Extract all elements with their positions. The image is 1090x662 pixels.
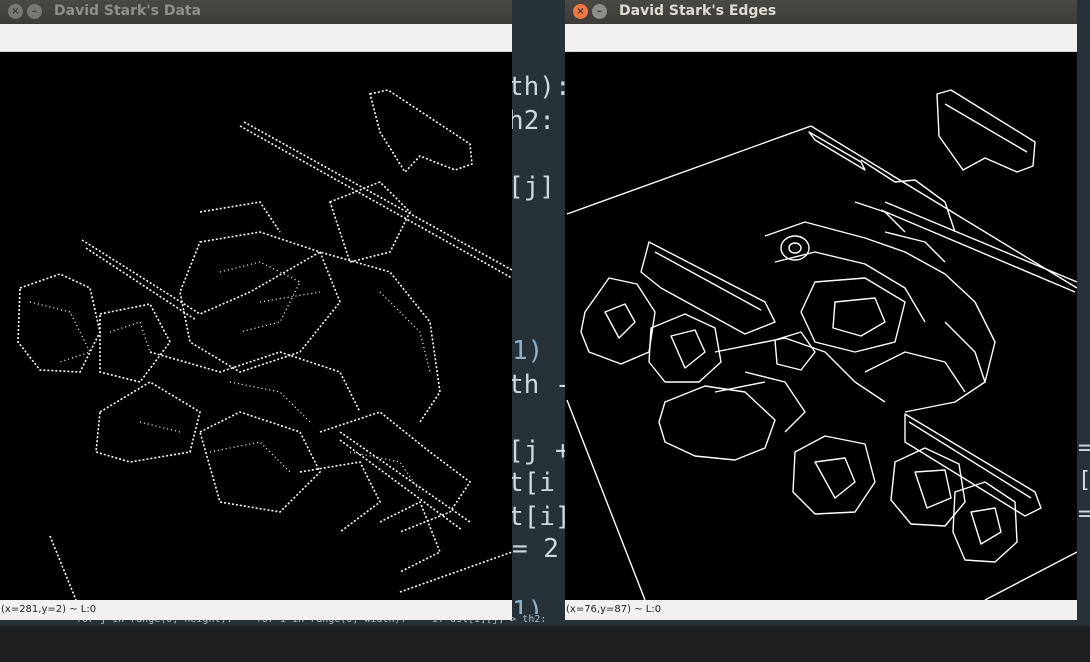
code-line: th - xyxy=(508,370,571,400)
cursor-status: (x=281,y=2) ~ L:0 xyxy=(1,604,97,615)
data-window-titlebar[interactable]: × – David Stark's Data xyxy=(0,0,512,24)
code-line: th): xyxy=(508,72,571,102)
window-title: David Stark's Edges xyxy=(619,3,777,19)
data-window[interactable]: × – David Stark's Data (x=281,y=2) ~ L:0 xyxy=(0,0,512,620)
data-window-statusbar: (x=281,y=2) ~ L:0 xyxy=(0,600,512,620)
data-image-canvas[interactable] xyxy=(0,52,512,600)
close-icon[interactable]: × xyxy=(8,4,23,19)
code-line: = 2 xyxy=(512,534,559,564)
code-fragment: = xyxy=(1078,502,1090,527)
code-fragment: [ xyxy=(1078,468,1090,493)
code-line: h2: xyxy=(508,106,555,136)
noisy-edge-image xyxy=(17,89,512,600)
window-title: David Stark's Data xyxy=(54,3,202,19)
code-line: t[i xyxy=(508,468,555,498)
canny-edge-image xyxy=(566,89,1077,600)
edges-window-titlebar[interactable]: × – David Stark's Edges xyxy=(565,0,1077,24)
minimize-icon[interactable]: – xyxy=(592,4,607,19)
code-line: 1) xyxy=(512,336,544,366)
close-icon[interactable]: × xyxy=(573,4,588,19)
window-toolbar xyxy=(565,24,1077,52)
edges-window-statusbar: (x=76,y=87) ~ L:0 xyxy=(565,600,1077,620)
window-toolbar xyxy=(0,24,512,52)
minimize-icon[interactable]: – xyxy=(27,4,42,19)
edges-window[interactable]: × – David Stark's Edges (x=76,y=87) ~ L:… xyxy=(565,0,1077,620)
code-line: [j + xyxy=(508,436,571,466)
code-line: t[i] xyxy=(508,502,571,532)
code-line: [j] xyxy=(508,172,555,202)
cursor-status: (x=76,y=87) ~ L:0 xyxy=(566,604,662,615)
code-fragment: = xyxy=(1078,436,1090,461)
edges-image-canvas[interactable] xyxy=(565,52,1077,600)
